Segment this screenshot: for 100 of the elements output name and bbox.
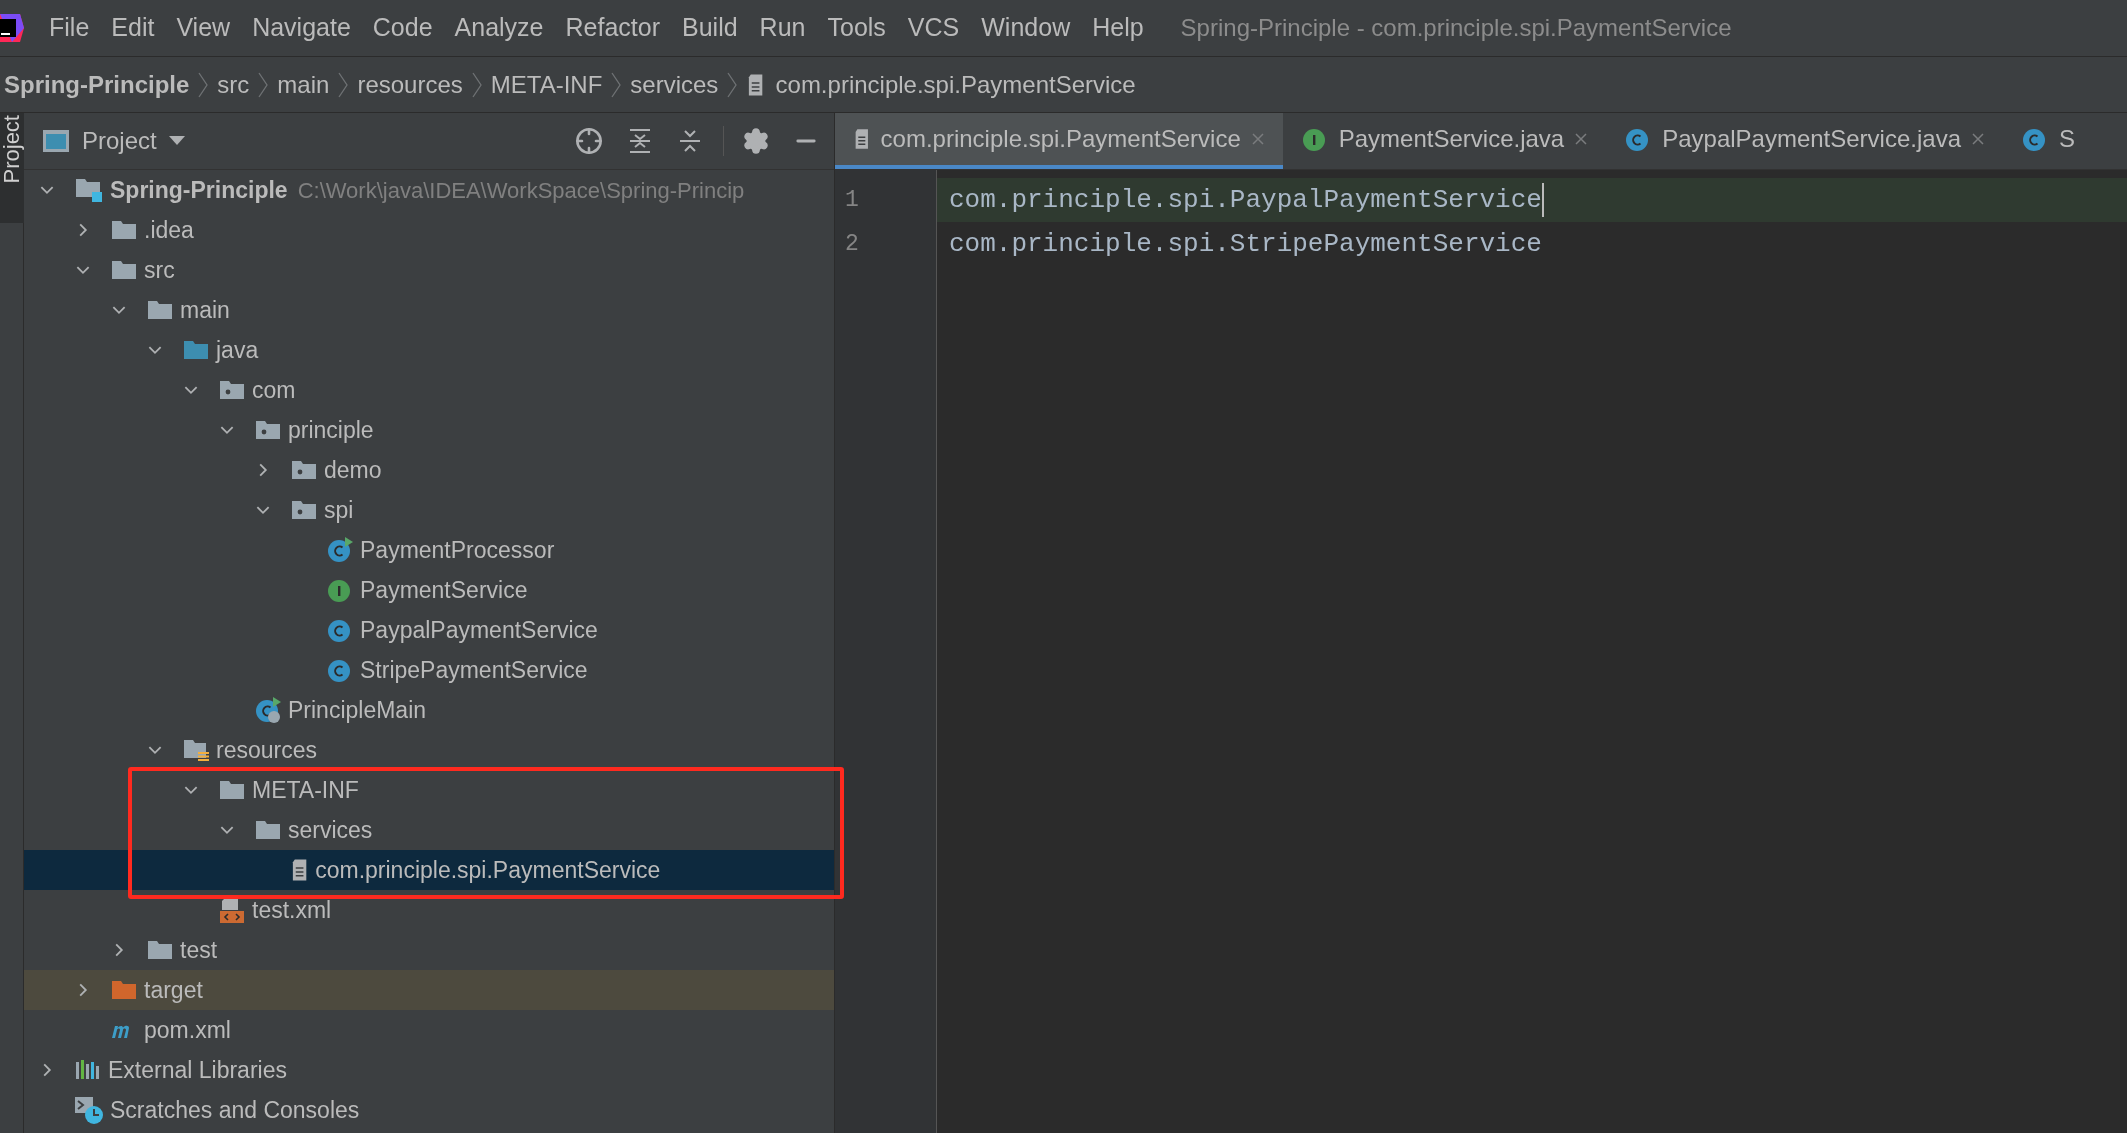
- tree-item-label: principle: [288, 415, 374, 445]
- app-logo-icon: [0, 12, 24, 44]
- tree-item-label: StripePaymentService: [360, 655, 588, 685]
- tree-item-label: test.xml: [252, 895, 332, 925]
- tree-item[interactable]: test: [24, 930, 834, 970]
- editor-tab[interactable]: PaypalPaymentService.java: [1606, 113, 2003, 169]
- tree-item[interactable]: resources: [24, 730, 834, 770]
- tab-label: PaypalPaymentService.java: [1662, 124, 1961, 154]
- expand-all-icon[interactable]: [627, 128, 653, 154]
- tree-item[interactable]: META-INF: [24, 770, 834, 810]
- tree-item[interactable]: PrincipleMain: [24, 690, 834, 730]
- menu-item[interactable]: Refactor: [554, 9, 671, 47]
- tree-item[interactable]: com: [24, 370, 834, 410]
- tree-item[interactable]: src: [24, 250, 834, 290]
- folder-icon: [110, 978, 138, 1002]
- tree-item-label: pom.xml: [144, 1015, 231, 1045]
- tree-item-label: .idea: [144, 215, 194, 245]
- tab-label: S: [2059, 124, 2075, 154]
- tree-item[interactable]: com.principle.spi.PaymentService: [24, 850, 834, 890]
- folder-icon: [146, 938, 174, 962]
- tree-item-label: PaypalPaymentService: [360, 615, 598, 645]
- menu-item[interactable]: VCS: [896, 9, 971, 47]
- breadcrumb-item[interactable]: services: [630, 66, 719, 103]
- tree-item[interactable]: PaymentService: [24, 570, 834, 610]
- menu-item[interactable]: Window: [970, 9, 1082, 47]
- module-folder-icon: [74, 176, 104, 204]
- folder-icon: [218, 778, 246, 802]
- tree-item-label: src: [144, 255, 175, 285]
- collapse-all-icon[interactable]: [677, 128, 703, 154]
- line-number: 1: [844, 185, 860, 215]
- tree-item[interactable]: PaymentProcessor: [24, 530, 834, 570]
- breadcrumb-item[interactable]: src: [217, 66, 250, 103]
- tree-item-label: demo: [324, 455, 382, 485]
- locate-icon[interactable]: [575, 127, 603, 155]
- breadcrumb-item[interactable]: com.principle.spi.PaymentService: [775, 66, 1136, 103]
- text-file-icon: [853, 128, 871, 150]
- package-folder-icon: [290, 458, 318, 482]
- close-icon[interactable]: [1971, 132, 1985, 146]
- tree-item-label: services: [288, 815, 373, 845]
- tree-item[interactable]: spi: [24, 490, 834, 530]
- tree-item-label: Spring-Principle: [110, 175, 288, 205]
- settings-icon[interactable]: [742, 127, 770, 155]
- editor-tab[interactable]: S: [2003, 113, 2093, 169]
- tree-item-label: main: [180, 295, 230, 325]
- close-icon[interactable]: [1574, 132, 1589, 146]
- menu-item[interactable]: Build: [671, 9, 749, 47]
- folder-icon: [254, 818, 282, 842]
- tree-item-label: com: [252, 375, 296, 405]
- code-line: com.principle.spi.PaypalPaymentService: [949, 183, 1542, 217]
- menu-item[interactable]: Analyze: [443, 9, 555, 47]
- tree-item-label: PaymentService: [360, 575, 528, 605]
- folder-icon: [146, 298, 174, 322]
- tree-item[interactable]: External Libraries: [24, 1050, 834, 1090]
- project-path: C:\Work\java\IDEA\WorkSpace\Spring-Princip: [297, 176, 745, 205]
- menu-item[interactable]: View: [165, 9, 242, 47]
- tree-item[interactable]: StripePaymentService: [24, 650, 834, 690]
- tree-item[interactable]: Scratches and Consoles: [24, 1090, 834, 1130]
- breadcrumb-item[interactable]: main: [277, 66, 330, 103]
- breadcrumb-item[interactable]: Spring-Principle: [4, 66, 190, 103]
- xml-file-icon: [218, 896, 246, 924]
- tree-item[interactable]: services: [24, 810, 834, 850]
- folder-icon: [110, 218, 138, 242]
- tree-item[interactable]: java: [24, 330, 834, 370]
- text-cursor: [1541, 183, 1544, 217]
- project-view-dropdown[interactable]: Project: [82, 123, 185, 159]
- panel-window-icon: [42, 129, 70, 153]
- menu-item[interactable]: Edit: [100, 9, 166, 47]
- editor-tab[interactable]: PaymentService.java: [1282, 113, 1607, 169]
- libraries-icon: [74, 1058, 102, 1082]
- tree-item-label: spi: [324, 495, 354, 525]
- menu-item[interactable]: Navigate: [241, 9, 362, 47]
- tree-item[interactable]: main: [24, 290, 834, 330]
- code-line: com.principle.spi.StripePaymentService: [949, 227, 1542, 261]
- tree-item[interactable]: .idea: [24, 210, 834, 250]
- menu-item[interactable]: File: [38, 9, 101, 47]
- menu-item[interactable]: Run: [748, 9, 817, 47]
- editor-tab[interactable]: com.principle.spi.PaymentService: [835, 113, 1283, 169]
- tree-item[interactable]: PaypalPaymentService: [24, 610, 834, 650]
- menu-item[interactable]: Code: [361, 9, 444, 47]
- breadcrumb-item[interactable]: resources: [357, 66, 463, 103]
- tree-item-label: target: [144, 975, 203, 1005]
- tree-item-label: com.principle.spi.PaymentService: [315, 855, 661, 885]
- tree-item[interactable]: target: [24, 970, 834, 1010]
- tree-item[interactable]: Spring-Principle C:\Work\java\IDEA\WorkSpace\Spring-Princip: [24, 170, 834, 210]
- folder-icon: [110, 258, 138, 282]
- tree-item-label: Scratches and Consoles: [110, 1095, 360, 1125]
- tree-item[interactable]: demo: [24, 450, 834, 490]
- resources-folder-icon: [182, 737, 210, 763]
- tree-item-label: External Libraries: [108, 1055, 287, 1085]
- tree-item-label: PrincipleMain: [288, 695, 427, 725]
- menu-item[interactable]: Tools: [816, 9, 897, 47]
- project-side-tab[interactable]: Project: [0, 113, 24, 223]
- class-icon: [326, 536, 354, 564]
- package-folder-icon: [218, 378, 246, 402]
- breadcrumb-item[interactable]: META-INF: [490, 66, 603, 103]
- tree-item[interactable]: test.xml: [24, 890, 834, 930]
- tree-item[interactable]: principle: [24, 410, 834, 450]
- tree-item[interactable]: pom.xml: [24, 1010, 834, 1050]
- tab-label: PaymentService.java: [1338, 124, 1565, 154]
- menu-item[interactable]: Help: [1081, 9, 1155, 47]
